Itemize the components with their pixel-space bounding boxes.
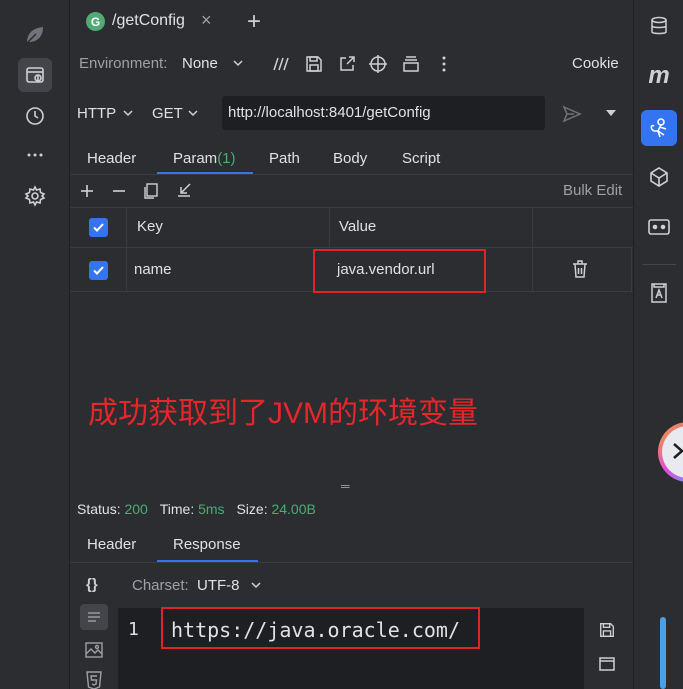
protocol-select[interactable]: HTTP [77, 105, 116, 122]
col-divider [631, 247, 632, 291]
status-label: Status: [77, 501, 121, 517]
size-label: Size: [236, 501, 268, 517]
close-tab-icon[interactable]: × [201, 10, 212, 31]
resp-tabs-divider [70, 562, 633, 563]
database-icon[interactable] [641, 8, 677, 44]
column-header-value: Value [339, 218, 377, 235]
send-icon[interactable] [562, 104, 582, 124]
tab-param-label: Param [173, 150, 218, 167]
http-client-icon[interactable] [18, 58, 52, 92]
line-number: 1 [128, 619, 139, 640]
highlight-box [313, 249, 486, 293]
send-options-icon[interactable] [605, 108, 617, 118]
status-value: 200 [124, 501, 148, 517]
tab-param-count: (1) [217, 150, 236, 167]
save-icon[interactable] [304, 54, 324, 74]
right-tool-sidebar: m [633, 0, 683, 689]
tab-script[interactable]: Script [402, 150, 440, 167]
format-braces-icon[interactable]: {} [86, 576, 98, 593]
tab-param[interactable]: Param(1) [173, 150, 236, 167]
response-status-bar: Status: 200 Time: 5ms Size: 24.00B [77, 501, 316, 517]
layout-stack-icon[interactable] [401, 54, 421, 74]
floating-assistant-icon[interactable] [658, 422, 683, 482]
leaf-icon[interactable] [18, 18, 52, 52]
get-method-badge-icon: G [86, 12, 105, 31]
chevron-down-icon[interactable] [232, 57, 244, 69]
bulk-edit-button[interactable]: Bulk Edit [563, 182, 622, 199]
column-header-key: Key [137, 218, 163, 235]
select-all-checkbox[interactable] [89, 218, 108, 237]
monkey-icon[interactable] [641, 110, 677, 146]
tab-header[interactable]: Header [87, 150, 136, 167]
url-text[interactable]: http://localhost:8401/getConfig [228, 104, 431, 121]
export-icon[interactable] [337, 54, 357, 74]
more-vertical-icon[interactable] [434, 54, 454, 74]
annotation-text: 成功获取到了JVM的环境变量 [88, 397, 478, 430]
side-scroll-indicator [660, 617, 666, 689]
tab-body[interactable]: Body [333, 150, 367, 167]
environment-select[interactable]: None [182, 55, 218, 72]
more-dots-icon[interactable] [18, 138, 52, 172]
highlight-box [161, 607, 480, 649]
row-checkbox[interactable] [89, 261, 108, 280]
window-icon[interactable] [598, 655, 616, 673]
settings-gear-icon[interactable] [18, 179, 52, 213]
resp-tab-header[interactable]: Header [87, 536, 136, 553]
charset-select[interactable]: UTF-8 [197, 577, 240, 594]
html-view-icon[interactable] [84, 670, 104, 689]
add-tab-icon[interactable]: + [247, 8, 261, 36]
col-divider [329, 207, 330, 247]
tab-path[interactable]: Path [269, 150, 300, 167]
chevron-down-icon[interactable] [122, 107, 134, 119]
sidebar-divider [642, 264, 676, 265]
comment-slash-icon[interactable] [270, 54, 292, 74]
charset-label: Charset: [132, 577, 189, 594]
terminal-card-icon[interactable] [641, 209, 677, 245]
method-select[interactable]: GET [152, 105, 183, 122]
resp-tab-response[interactable]: Response [173, 536, 241, 553]
editor-tab-title[interactable]: /getConfig [112, 12, 185, 30]
cookie-button[interactable]: Cookie [572, 55, 619, 72]
import-icon[interactable] [176, 182, 192, 198]
time-value: 5ms [198, 501, 225, 517]
left-tool-sidebar [0, 0, 70, 689]
target-icon[interactable] [368, 54, 388, 74]
ai-assistant-icon[interactable] [641, 275, 677, 311]
table-header-border [70, 247, 633, 248]
col-divider [532, 207, 533, 291]
remove-param-icon[interactable] [111, 183, 127, 199]
table-top-border [70, 207, 633, 208]
splitter-handle[interactable]: ═ [341, 479, 350, 493]
structure-icon[interactable] [641, 159, 677, 195]
tabs-divider [70, 174, 633, 175]
col-divider [126, 207, 127, 291]
add-param-icon[interactable] [79, 183, 95, 199]
image-view-icon[interactable] [84, 640, 104, 660]
environment-label: Environment: [79, 55, 168, 72]
copy-icon[interactable] [143, 182, 159, 200]
trash-icon[interactable] [571, 259, 589, 279]
save-response-icon[interactable] [598, 621, 616, 639]
maven-icon[interactable]: m [641, 58, 677, 94]
size-value: 24.00B [271, 501, 316, 517]
history-clock-icon[interactable] [18, 99, 52, 133]
time-label: Time: [159, 501, 195, 517]
chevron-down-icon[interactable] [187, 107, 199, 119]
param-key-cell[interactable]: name [134, 261, 172, 278]
text-view-icon[interactable] [80, 604, 108, 630]
chevron-down-icon[interactable] [250, 579, 262, 591]
